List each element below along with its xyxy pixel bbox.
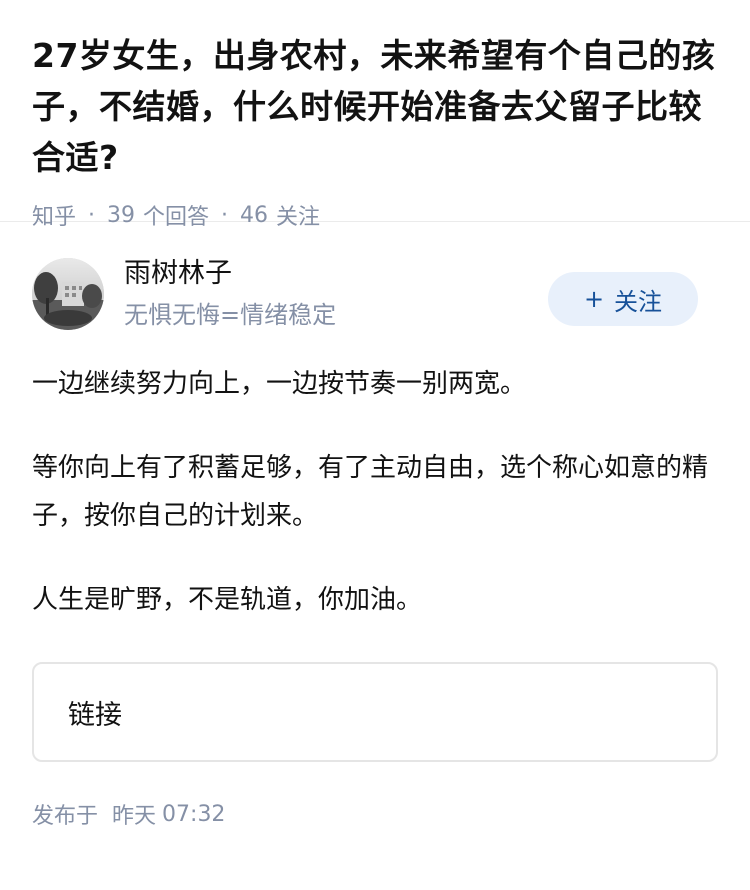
follow-button[interactable]: + 关注 — [548, 272, 698, 326]
author-row: 雨树林子 无惧无悔=情绪稳定 + 关注 — [32, 222, 718, 360]
avatar-photo-icon — [32, 258, 104, 330]
answer-card: 雨树林子 无惧无悔=情绪稳定 + 关注 一边继续努力向上，一边按节奏一别两宽。 … — [0, 222, 750, 830]
author-name[interactable]: 雨树林子 — [124, 255, 336, 293]
plus-icon: + — [583, 285, 605, 313]
answer-paragraph: 等你向上有了积蓄足够，有了主动自由，选个称心如意的精子，按你自己的计划来。 — [32, 453, 709, 531]
author-bio: 无惧无悔=情绪稳定 — [124, 301, 337, 329]
publish-day: 昨天 — [112, 804, 157, 829]
author-info: 雨树林子 无惧无悔=情绪稳定 — [124, 255, 336, 333]
answer-paragraph: 人生是旷野，不是轨道，你加油。 — [32, 585, 423, 615]
follow-button-label: 关注 — [614, 287, 663, 316]
avatar[interactable] — [32, 258, 104, 330]
publish-clock: 07:32 — [162, 801, 226, 827]
publish-prefix: 发布于 — [32, 804, 99, 829]
link-card-label: 链接 — [68, 699, 122, 731]
answer-content: 一边继续努力向上，一边按节奏一别两宽。 等你向上有了积蓄足够，有了主动自由，选个… — [32, 360, 718, 624]
publish-time: 发布于 昨天 07:32 — [32, 798, 718, 830]
link-card[interactable]: 链接 — [32, 662, 718, 762]
question-title[interactable]: 27岁女生，出身农村，未来希望有个自己的孩子，不结婚，什么时候开始准备去父留子比… — [32, 30, 718, 183]
answer-paragraph: 一边继续努力向上，一边按节奏一别两宽。 — [32, 369, 527, 399]
question-header: 27岁女生，出身农村，未来希望有个自己的孩子，不结婚，什么时候开始准备去父留子比… — [0, 0, 750, 230]
